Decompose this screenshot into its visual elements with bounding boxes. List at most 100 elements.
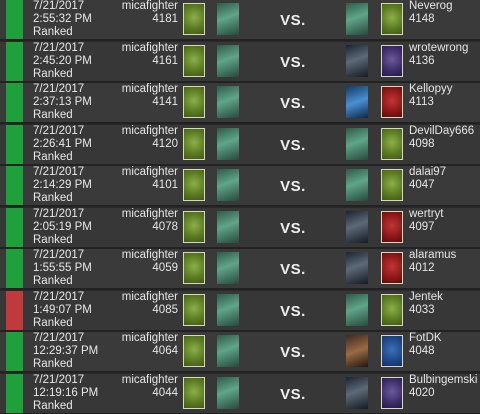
opponent-info: wrotewrong 4136 xyxy=(409,42,479,68)
result-indicator xyxy=(6,0,23,39)
opponent-leader-portrait xyxy=(346,335,368,367)
opponent-faction-icon xyxy=(381,86,403,118)
player-info: micafighter 4059 xyxy=(110,249,178,275)
player-leader-portrait xyxy=(217,45,239,77)
player-info: micafighter 4101 xyxy=(110,166,178,192)
player-faction-icon xyxy=(183,128,205,160)
opponent-rating: 4113 xyxy=(409,96,434,108)
player-info: micafighter 4078 xyxy=(110,208,178,234)
opponent-info: wertryt 4097 xyxy=(409,208,479,234)
opponent-info: FotDK 4048 xyxy=(409,332,479,358)
opponent-leader-portrait xyxy=(346,294,368,326)
match-row[interactable]: 7/21/2017 12:29:37 PM Ranked micafighter… xyxy=(0,332,480,373)
opponent-name[interactable]: wertryt xyxy=(409,208,479,221)
opponent-info: Jentek 4033 xyxy=(409,291,479,317)
versus-label: VS. xyxy=(280,303,306,320)
match-row[interactable]: 7/21/2017 2:55:32 PM Ranked micafighter … xyxy=(0,0,480,41)
match-row[interactable]: 7/21/2017 2:05:19 PM Ranked micafighter … xyxy=(0,208,480,249)
opponent-info: Neverog 4148 xyxy=(409,0,479,26)
versus-label: VS. xyxy=(280,261,306,278)
result-indicator xyxy=(6,125,23,164)
player-rating: 4044 xyxy=(152,387,178,399)
player-name[interactable]: micafighter xyxy=(110,249,178,262)
player-faction-icon xyxy=(183,252,205,284)
player-info: micafighter 4120 xyxy=(110,125,178,151)
opponent-faction-icon xyxy=(381,377,403,409)
opponent-name[interactable]: Bulbingemski xyxy=(409,374,479,387)
match-mode: Ranked xyxy=(33,68,73,80)
player-faction-icon xyxy=(183,335,205,367)
opponent-name[interactable]: Jentek xyxy=(409,291,479,304)
player-faction-icon xyxy=(183,45,205,77)
player-name[interactable]: micafighter xyxy=(110,0,178,13)
player-rating: 4141 xyxy=(152,96,178,108)
opponent-leader-portrait xyxy=(346,169,368,201)
opponent-name[interactable]: Neverog xyxy=(409,0,479,13)
player-info: micafighter 4181 xyxy=(110,0,178,26)
result-indicator xyxy=(6,83,23,122)
match-mode: Ranked xyxy=(33,109,73,121)
opponent-faction-icon xyxy=(381,335,403,367)
opponent-name[interactable]: wrotewrong xyxy=(409,42,479,55)
player-faction-icon xyxy=(183,3,205,35)
opponent-info: Bulbingemski 4020 xyxy=(409,374,479,400)
match-row[interactable]: 7/21/2017 2:26:41 PM Ranked micafighter … xyxy=(0,125,480,166)
opponent-name[interactable]: DevilDay666 xyxy=(409,125,479,138)
match-row[interactable]: 7/21/2017 1:55:55 PM Ranked micafighter … xyxy=(0,249,480,290)
opponent-rating: 4098 xyxy=(409,138,435,150)
player-rating: 4064 xyxy=(152,345,178,357)
opponent-name[interactable]: alaramus xyxy=(409,249,479,262)
player-rating: 4085 xyxy=(152,304,178,316)
result-indicator xyxy=(6,332,23,371)
player-leader-portrait xyxy=(217,169,239,201)
player-faction-icon xyxy=(183,377,205,409)
opponent-name[interactable]: Kellopyy xyxy=(409,83,479,96)
match-row[interactable]: 7/21/2017 1:49:07 PM Ranked micafighter … xyxy=(0,291,480,332)
player-name[interactable]: micafighter xyxy=(110,166,178,179)
versus-label: VS. xyxy=(280,344,306,361)
player-info: micafighter 4064 xyxy=(110,332,178,358)
player-name[interactable]: micafighter xyxy=(110,125,178,138)
result-indicator xyxy=(6,249,23,288)
versus-label: VS. xyxy=(280,386,306,403)
player-name[interactable]: micafighter xyxy=(110,291,178,304)
match-row[interactable]: 7/21/2017 12:19:16 PM Ranked micafighter… xyxy=(0,374,480,414)
opponent-faction-icon xyxy=(381,3,403,35)
player-leader-portrait xyxy=(217,86,239,118)
opponent-name[interactable]: dalai97 xyxy=(409,166,479,179)
opponent-info: dalai97 4047 xyxy=(409,166,479,192)
match-row[interactable]: 7/21/2017 2:14:29 PM Ranked micafighter … xyxy=(0,166,480,207)
opponent-faction-icon xyxy=(381,128,403,160)
player-name[interactable]: micafighter xyxy=(110,374,178,387)
match-row[interactable]: 7/21/2017 2:37:13 PM Ranked micafighter … xyxy=(0,83,480,124)
opponent-faction-icon xyxy=(381,211,403,243)
player-name[interactable]: micafighter xyxy=(110,42,178,55)
match-mode: Ranked xyxy=(33,151,73,163)
result-indicator xyxy=(6,208,23,247)
result-indicator xyxy=(6,42,23,81)
opponent-rating: 4148 xyxy=(409,13,435,25)
versus-label: VS. xyxy=(280,95,306,112)
opponent-info: DevilDay666 4098 xyxy=(409,125,479,151)
opponent-leader-portrait xyxy=(346,3,368,35)
player-leader-portrait xyxy=(217,128,239,160)
opponent-faction-icon xyxy=(381,294,403,326)
result-indicator xyxy=(6,166,23,205)
player-leader-portrait xyxy=(217,211,239,243)
player-rating: 4101 xyxy=(152,179,178,191)
opponent-rating: 4020 xyxy=(409,387,435,399)
player-rating: 4078 xyxy=(152,221,178,233)
result-indicator xyxy=(6,374,23,413)
match-history-list: 7/21/2017 2:55:32 PM Ranked micafighter … xyxy=(0,0,480,414)
match-mode: Ranked xyxy=(33,234,73,246)
player-name[interactable]: micafighter xyxy=(110,83,178,96)
player-info: micafighter 4044 xyxy=(110,374,178,400)
player-info: micafighter 4141 xyxy=(110,83,178,109)
player-name[interactable]: micafighter xyxy=(110,332,178,345)
opponent-leader-portrait xyxy=(346,377,368,409)
player-name[interactable]: micafighter xyxy=(110,208,178,221)
player-leader-portrait xyxy=(217,3,239,35)
match-row[interactable]: 7/21/2017 2:45:20 PM Ranked micafighter … xyxy=(0,42,480,83)
opponent-name[interactable]: FotDK xyxy=(409,332,479,345)
opponent-leader-portrait xyxy=(346,211,368,243)
